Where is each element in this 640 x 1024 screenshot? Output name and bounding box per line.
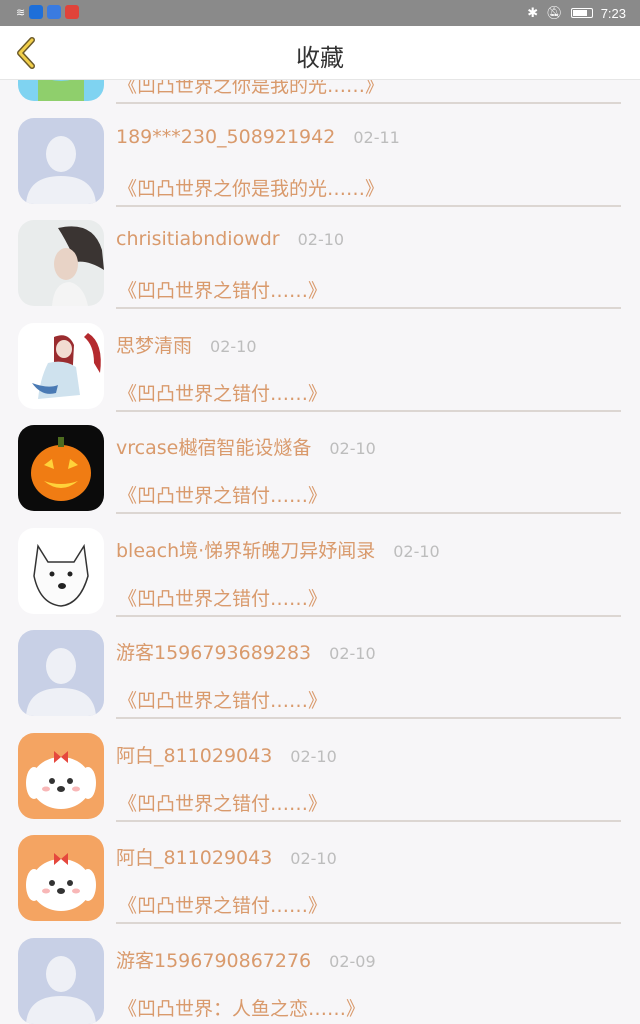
date: 02-10 [329,644,376,663]
date: 02-10 [329,439,376,458]
favorite-item[interactable]: 游客1596793689283 02-10 《凹凸世界之错付……》 [0,630,640,732]
avatar[interactable] [18,220,104,306]
favorite-item[interactable]: bleach境·悌界斩魄刀异妤闻录 02-10 《凹凸世界之错付……》 [0,527,640,630]
username: chrisitiabndiowdr 02-10 [116,228,344,250]
username-text: 阿白_811029043 [116,847,273,869]
username-text: 阿白_811029043 [116,744,273,767]
divider [116,409,621,412]
story-title[interactable]: 《凹凸世界：人鱼之恋……》 [118,994,365,1021]
username: 阿白_811029043 02-10 [116,741,337,768]
avatar[interactable] [18,630,104,716]
divider [116,922,621,924]
wifi-icon: ≋ [16,5,26,19]
divider [116,204,621,207]
favorite-item[interactable]: 游客1596790867276 02-09 《凹凸世界：人鱼之恋……》 [0,937,640,1024]
favorite-item[interactable]: chrisitiabndiowdr 02-10 《凹凸世界之错付……》 [0,220,640,322]
status-time: 7:23 [600,5,626,21]
divider [116,307,621,309]
story-title[interactable]: 《凹凸世界之错付……》 [118,481,327,508]
username: 游客1596793689283 02-10 [116,638,376,665]
story-title[interactable]: 《凹凸世界之你是我的光……》 [118,174,384,201]
username-text: 游客1596793689283 [116,642,312,664]
favorite-item[interactable]: vrcase樾宿智能设燧备 02-10 《凹凸世界之错付……》 [0,425,640,527]
story-title[interactable]: 《凹凸世界之错付……》 [118,789,327,816]
username-text: 游客1596790867276 [116,949,312,972]
date: 02-10 [393,541,440,561]
username: 阿白_811029043 02-10 [116,843,337,870]
avatar[interactable] [18,732,104,819]
avatar[interactable] [18,937,104,1024]
status-icons-right: ✱ 🔕︎ 7:23 [527,5,626,21]
page-title: 收藏 [296,44,344,72]
app-notification-icon [29,5,44,19]
username: 游客1596790867276 02-09 [116,946,376,973]
favorite-item[interactable]: 思梦清雨 02-10 《凹凸世界之错付……》 [0,322,640,425]
date: 02-09 [329,951,376,971]
username-text: vrcase樾宿智能设燧备 [116,437,312,459]
favorite-item[interactable]: 阿白_811029043 02-10 《凹凸世界之错付……》 [0,732,640,835]
date: 02-10 [297,230,345,249]
username: 思梦清雨 02-10 [116,331,257,358]
avatar[interactable] [18,835,104,921]
story-title[interactable]: 《凹凸世界之错付……》 [118,379,327,406]
divider [116,819,621,822]
username-text: chrisitiabndiowdr [116,228,280,250]
story-title[interactable]: 《凹凸世界之错付……》 [118,276,327,303]
divider [116,717,621,719]
app-notification-icon [65,5,80,19]
username: 189***230_508921942 02-11 [116,126,400,148]
username-text: 思梦清雨 [116,334,193,357]
status-bar: ≋ ✱ 🔕︎ 7:23 [0,0,640,26]
username: vrcase樾宿智能设燧备 02-10 [116,433,376,460]
username-text: bleach境·悌界斩魄刀异妤闻录 [116,539,376,562]
username: bleach境·悌界斩魄刀异妤闻录 02-10 [116,536,440,563]
favorite-item[interactable]: 阿白_811029043 02-10 《凹凸世界之错付……》 [0,835,640,937]
mute-icon: 🔕︎ [546,5,563,20]
avatar[interactable] [18,117,104,204]
avatar[interactable] [18,527,104,614]
date: 02-10 [210,336,257,356]
avatar[interactable] [18,425,104,511]
favorite-item[interactable]: 189***230_508921942 02-11 《凹凸世界之你是我的光……》 [0,117,640,220]
divider [116,102,621,104]
battery-icon [570,8,593,18]
nav-bar: 收藏 [0,26,640,80]
username-text: 189***230_508921942 [116,125,336,148]
date: 02-10 [290,746,337,766]
divider [116,512,621,514]
avatar[interactable] [18,322,104,409]
story-title[interactable]: 《凹凸世界之错付……》 [118,891,327,918]
status-icons-left: ≋ [16,5,80,19]
divider [116,614,621,617]
date: 02-11 [353,127,400,147]
date: 02-10 [290,849,337,868]
app-notification-icon [47,5,62,19]
bluetooth-icon: ✱ [527,5,539,20]
story-title[interactable]: 《凹凸世界之错付……》 [118,686,327,713]
story-title[interactable]: 《凹凸世界之错付……》 [118,584,327,611]
